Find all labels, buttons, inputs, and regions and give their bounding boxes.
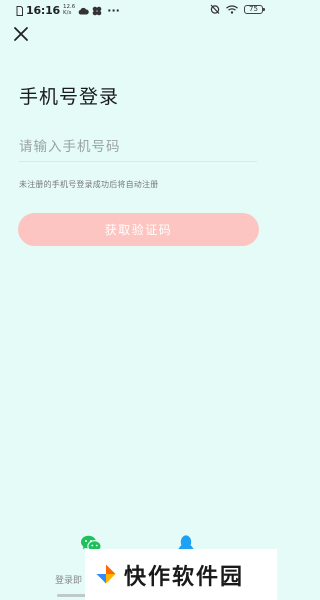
get-code-button[interactable]: 获取验证码 xyxy=(18,213,259,246)
login-agreement-text: 登录即 xyxy=(55,576,83,586)
phone-number-input[interactable] xyxy=(19,133,257,162)
status-left: 16:16 12.6 K/s ··· xyxy=(16,4,120,17)
more-notifications: ··· xyxy=(107,4,120,17)
close-button[interactable] xyxy=(11,24,31,44)
watermark-text: 快作软件园 xyxy=(124,564,245,590)
cloud-icon xyxy=(78,7,90,14)
page-title: 手机号登录 xyxy=(19,86,120,108)
sim-icon xyxy=(16,5,23,16)
status-right: 75 xyxy=(210,4,265,14)
battery-indicator: 75 xyxy=(244,4,265,14)
network-speed: 12.6 K/s xyxy=(63,4,75,16)
auto-register-hint: 未注册的手机号登录成功后将自动注册 xyxy=(19,180,159,189)
logo-icon xyxy=(96,564,116,583)
status-time: 16:16 xyxy=(26,4,61,17)
network-speed-unit: K/s xyxy=(63,9,72,16)
fan-icon xyxy=(92,6,102,15)
wifi-icon xyxy=(226,4,238,14)
watermark-banner: 快作软件园 xyxy=(85,549,277,600)
status-bar: 16:16 12.6 K/s ··· 75 xyxy=(0,0,277,22)
alarm-icon xyxy=(210,4,220,14)
close-icon xyxy=(14,27,28,41)
